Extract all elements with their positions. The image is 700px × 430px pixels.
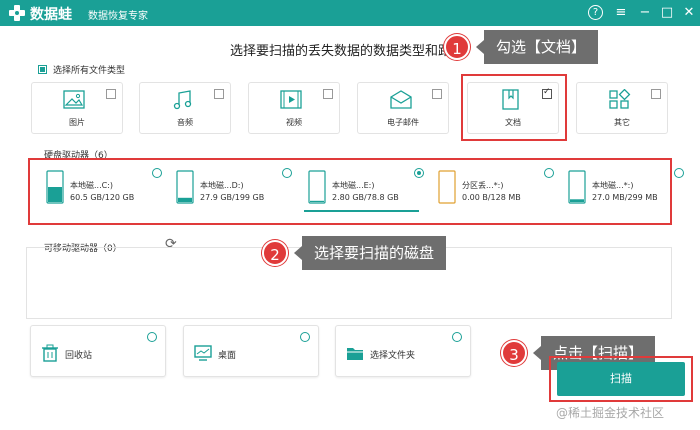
app-name: 数据蛙 xyxy=(30,7,72,23)
selected-drive-underline xyxy=(304,210,419,212)
drive-item[interactable]: 本地磁...E:) 2.80 GB/78.8 GB xyxy=(302,168,427,212)
drive-size: 0.00 B/128 MB xyxy=(462,193,521,202)
email-checkbox[interactable] xyxy=(432,89,442,99)
watermark: @稀土掘金技术社区 xyxy=(556,406,665,420)
audio-checkbox[interactable] xyxy=(214,89,224,99)
select-all-box[interactable] xyxy=(38,65,47,74)
drive-size: 27.9 GB/199 GB xyxy=(200,193,265,202)
location-choose-folder[interactable]: 选择文件夹 xyxy=(335,325,471,377)
file-type-label: 视频 xyxy=(286,118,302,127)
drive-name: 本地磁...D:) xyxy=(200,181,244,190)
location-label: 桌面 xyxy=(218,351,237,361)
music-icon xyxy=(173,90,192,110)
callout-number-3: 3 xyxy=(501,340,527,366)
select-all-checkbox[interactable]: 选择所有文件类型 xyxy=(38,63,125,76)
video-icon xyxy=(280,90,302,109)
disk-icon xyxy=(568,170,586,204)
drive-name: 分区丢...*:) xyxy=(462,181,504,190)
disk-icon xyxy=(176,170,194,204)
highlight-box-document xyxy=(461,74,567,141)
callout-number-2: 2 xyxy=(262,240,288,266)
scan-button[interactable]: 扫描 xyxy=(557,362,685,396)
menu-icon[interactable]: ≡ xyxy=(612,4,630,22)
drive-name: 本地磁...*:) xyxy=(592,181,634,190)
disk-icon xyxy=(308,170,326,204)
drive-radio[interactable] xyxy=(544,168,554,178)
app-logo-icon xyxy=(9,5,25,21)
drive-item[interactable]: 本地磁...D:) 27.9 GB/199 GB xyxy=(170,168,295,212)
maximize-icon[interactable]: □ xyxy=(658,4,676,22)
location-recycle-bin[interactable]: 回收站 xyxy=(30,325,166,377)
location-label: 回收站 xyxy=(65,351,93,361)
other-icon xyxy=(609,89,631,109)
drive-item[interactable]: 本地磁...C:) 60.5 GB/120 GB xyxy=(40,168,165,212)
file-type-video[interactable]: 视频 xyxy=(248,82,340,134)
desktop-icon xyxy=(194,345,212,361)
picture-icon xyxy=(63,90,85,109)
drive-name: 本地磁...E:) xyxy=(332,181,375,190)
callout-number-1: 1 xyxy=(444,34,470,60)
video-checkbox[interactable] xyxy=(323,89,333,99)
drive-radio[interactable] xyxy=(674,168,684,178)
close-icon[interactable]: ✕ xyxy=(680,4,698,22)
folder-icon xyxy=(347,348,363,360)
location-radio[interactable] xyxy=(300,332,310,342)
disk-icon xyxy=(46,170,64,204)
drive-radio[interactable] xyxy=(282,168,292,178)
file-type-picture[interactable]: 图片 xyxy=(31,82,123,134)
app-subtitle: 数据恢复专家 xyxy=(88,11,148,22)
select-all-label: 选择所有文件类型 xyxy=(53,66,126,76)
file-type-email[interactable]: 电子邮件 xyxy=(357,82,449,134)
file-type-label: 电子邮件 xyxy=(387,118,419,127)
drive-size: 27.0 MB/299 MB xyxy=(592,193,658,202)
recycle-bin-icon xyxy=(42,344,58,362)
location-label: 选择文件夹 xyxy=(370,351,416,361)
drive-name: 本地磁...C:) xyxy=(70,181,114,190)
email-icon xyxy=(390,90,412,109)
lost-partition-icon xyxy=(438,170,456,204)
picture-checkbox[interactable] xyxy=(106,89,116,99)
drive-size: 60.5 GB/120 GB xyxy=(70,193,135,202)
callout-1: 勾选【文档】 xyxy=(475,30,599,64)
drive-radio[interactable] xyxy=(152,168,162,178)
location-radio[interactable] xyxy=(147,332,157,342)
file-type-label: 音频 xyxy=(177,118,193,127)
drive-item[interactable]: 本地磁...*:) 27.0 MB/299 MB xyxy=(562,168,687,212)
file-type-label: 图片 xyxy=(69,118,85,127)
title-bar: 数据蛙 数据恢复专家 ? ≡ − □ ✕ xyxy=(0,0,700,26)
file-type-audio[interactable]: 音频 xyxy=(139,82,231,134)
file-type-label: 其它 xyxy=(614,118,630,127)
file-type-other[interactable]: 其它 xyxy=(576,82,668,134)
help-icon[interactable]: ? xyxy=(588,5,603,20)
drive-radio[interactable] xyxy=(414,168,424,178)
minimize-icon[interactable]: − xyxy=(636,4,654,22)
drive-size: 2.80 GB/78.8 GB xyxy=(332,193,399,202)
other-checkbox[interactable] xyxy=(651,89,661,99)
location-desktop[interactable]: 桌面 xyxy=(183,325,319,377)
location-radio[interactable] xyxy=(452,332,462,342)
callout-2: 选择要扫描的磁盘 xyxy=(293,236,447,270)
drive-item[interactable]: 分区丢...*:) 0.00 B/128 MB xyxy=(432,168,557,212)
page-title: 选择要扫描的丢失数据的数据类型和路径 xyxy=(230,44,465,59)
